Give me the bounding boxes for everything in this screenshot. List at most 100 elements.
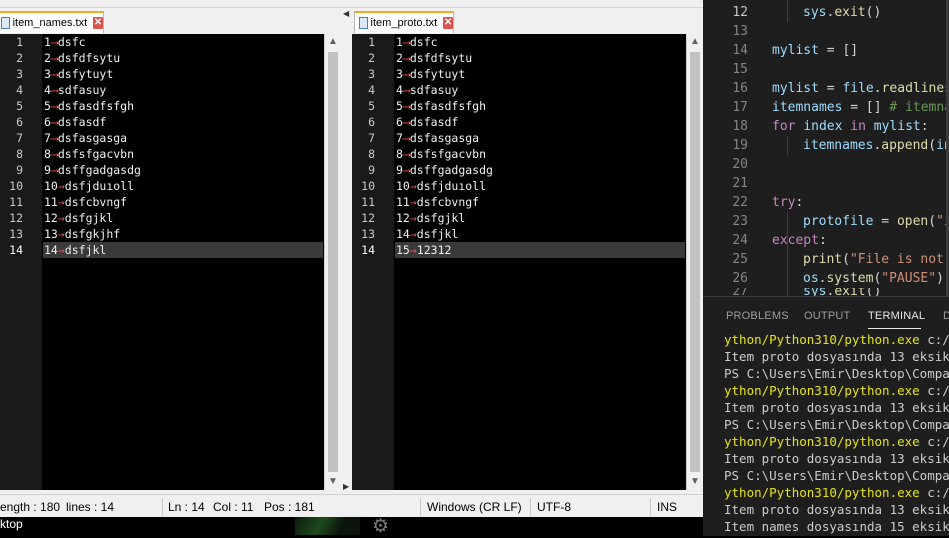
status-eol[interactable]: Windows (CR LF): [427, 500, 522, 514]
text-line[interactable]: 3⟶dsfytuyt: [43, 66, 323, 82]
line-text: dsfytuyt: [409, 67, 466, 81]
text-line[interactable]: 12→dsfgjkl: [395, 210, 685, 226]
line-index-text: 8: [396, 147, 403, 161]
line-index-text: 2: [44, 51, 51, 65]
terminal-text: Item proto dosyasında 13 eksik: [724, 400, 949, 415]
line-index-text: 6: [396, 115, 403, 129]
text-line[interactable]: 1⟶dsfc: [43, 34, 323, 50]
scroll-down-icon[interactable]: ▼: [325, 474, 341, 490]
terminal-text: PS C:\Users\Emir\Desktop\Compare: [724, 468, 949, 483]
text-line[interactable]: 9⟶dsffgadgasdg: [395, 162, 685, 178]
line-number: 27: [732, 288, 748, 296]
text-line[interactable]: 13→dsfgkjhf: [43, 226, 323, 242]
text-line[interactable]: 6⟶dsfasdf: [43, 114, 323, 130]
text-line[interactable]: 12→dsfgjkl: [43, 210, 323, 226]
move-right-icon[interactable]: ▶: [343, 482, 349, 491]
scrollbar-thumb[interactable]: [328, 52, 338, 472]
scrollbar-thumb[interactable]: [690, 52, 700, 472]
text-line[interactable]: 3⟶dsfytuyt: [395, 66, 685, 82]
text-line[interactable]: 5⟶dsfasdfsfgh: [395, 98, 685, 114]
text-line[interactable]: 9⟶dsffgadgasdg: [43, 162, 323, 178]
text-line[interactable]: 14→dsfjkl: [395, 226, 685, 242]
code-line-19: itemnames.append(in: [803, 138, 949, 153]
line-index-text: 6: [44, 115, 51, 129]
close-icon[interactable]: ✕: [93, 17, 103, 29]
text-line[interactable]: 7⟶dsfasgasga: [395, 130, 685, 146]
tab-terminal[interactable]: TERMINAL: [868, 310, 925, 322]
tab-label: item_names.txt: [12, 17, 88, 29]
code-area[interactable]: 1⟶dsfc 2⟶dsfdfsytu 3⟶dsfytuyt 4⟶sdfasuy 5⟶ds…: [43, 34, 323, 490]
tab-output[interactable]: OUTPUT: [804, 310, 850, 322]
tab-arrow-icon: ⟶: [50, 99, 58, 113]
line-text: dsfytuyt: [57, 67, 114, 81]
line-text: dsfjkl: [64, 243, 107, 257]
status-line: Ln : 14: [168, 500, 205, 514]
text-line[interactable]: 1⟶dsfc: [395, 34, 685, 50]
line-text: dsfcbvngf: [64, 195, 128, 209]
tab-arrow-icon: →: [57, 195, 65, 209]
tab-arrow-icon: ⟶: [402, 131, 410, 145]
tab-arrow-icon: ⟶: [50, 131, 58, 145]
line-number: 13: [732, 24, 748, 39]
line-number: 25: [732, 252, 748, 267]
code-line-22: try:: [772, 195, 804, 210]
text-line[interactable]: 7⟶dsfasgasga: [43, 130, 323, 146]
text-line[interactable]: 6⟶dsfasdf: [395, 114, 685, 130]
line-text: dsfasdf: [409, 115, 459, 129]
text-line[interactable]: 2⟶dsfdfsytu: [43, 50, 323, 66]
indent-guide: [787, 0, 788, 22]
scroll-down-icon[interactable]: ▼: [687, 474, 703, 490]
line-number: 5: [16, 99, 23, 113]
line-text: sdfasuy: [57, 83, 107, 97]
text-line[interactable]: 11→dsfcbvngf: [43, 194, 323, 210]
vertical-scrollbar[interactable]: ▲ ▼: [686, 34, 703, 490]
terminal-line: PS C:\Users\Emir\Desktop\Compare: [724, 467, 949, 484]
text-line[interactable]: 4⟶sdfasuy: [43, 82, 323, 98]
scroll-up-icon[interactable]: ▲: [687, 34, 703, 50]
status-divider: [420, 498, 421, 516]
text-line[interactable]: 10→dsfjduıoll: [43, 178, 323, 194]
vertical-scrollbar[interactable]: ▲ ▼: [324, 34, 341, 490]
terminal-output[interactable]: ython/Python310/python.exe c:/Us Item pro…: [724, 331, 949, 535]
tab-arrow-icon: →: [409, 195, 417, 209]
terminal-args: c:/Us: [927, 383, 949, 398]
text-line[interactable]: 4⟶sdfasuy: [395, 82, 685, 98]
status-column: Col : 11: [213, 500, 254, 514]
line-index-text: 4: [44, 83, 51, 97]
line-index-text: 5: [44, 99, 51, 113]
desktop-strip: ktop ⚙: [0, 516, 703, 537]
close-icon[interactable]: ✕: [443, 17, 453, 29]
status-length: ength : 180: [0, 500, 61, 514]
tab-item-names[interactable]: item_names.txt ✕: [0, 11, 104, 33]
left-editor[interactable]: 1 2 3 4 5 6 7 8 9 10 11 12 13 14 1⟶dsfc 2⟶dsfdfsytu 3⟶d…: [0, 34, 341, 490]
status-insert-mode[interactable]: INS: [657, 500, 677, 514]
status-encoding[interactable]: UTF-8: [537, 500, 571, 514]
current-line[interactable]: 15→12312: [395, 242, 685, 258]
line-text: dsfjduıoll: [64, 179, 135, 193]
active-tab-indicator: [868, 328, 921, 329]
move-left-icon[interactable]: ◀: [343, 9, 349, 18]
text-line[interactable]: 8⟶dsfsfgacvbn: [43, 146, 323, 162]
right-editor[interactable]: 1 2 3 4 5 6 7 8 9 10 11 12 13 14 1⟶dsfc 2⟶dsfdfsytu 3⟶d…: [352, 34, 703, 490]
text-line[interactable]: 8⟶dsfsfgacvbn: [395, 146, 685, 162]
code-area[interactable]: 1⟶dsfc 2⟶dsfdfsytu 3⟶dsfytuyt 4⟶sdfasuy 5⟶ds…: [395, 34, 685, 490]
text-line[interactable]: 10→dsfjduıoll: [395, 178, 685, 194]
line-text: dsfdfsytu: [409, 51, 473, 65]
terminal-line: PS C:\Users\Emir\Desktop\Compare: [724, 365, 949, 382]
text-line[interactable]: 11→dsfcbvngf: [395, 194, 685, 210]
line-number: 22: [732, 195, 748, 210]
tab-arrow-icon: ⟶: [402, 67, 410, 81]
current-line[interactable]: 14→dsfjkl: [43, 242, 323, 258]
view-splitter[interactable]: ◀ ▶: [341, 8, 352, 492]
tab-item-proto[interactable]: item_proto.txt ✕: [354, 11, 454, 33]
tab-debug-console[interactable]: D: [943, 310, 949, 322]
code-line-23: protofile = open("i: [803, 214, 949, 229]
terminal-text: ython/Python310/python.exe: [724, 332, 920, 347]
text-line[interactable]: 2⟶dsfdfsytu: [395, 50, 685, 66]
line-text: sdfasuy: [409, 83, 459, 97]
text-line[interactable]: 5⟶dsfasdfsfgh: [43, 98, 323, 114]
scroll-up-icon[interactable]: ▲: [325, 34, 341, 50]
tab-arrow-icon: ⟶: [50, 51, 58, 65]
tab-problems[interactable]: PROBLEMS: [726, 310, 789, 322]
line-text: dsfasgasga: [57, 131, 128, 145]
